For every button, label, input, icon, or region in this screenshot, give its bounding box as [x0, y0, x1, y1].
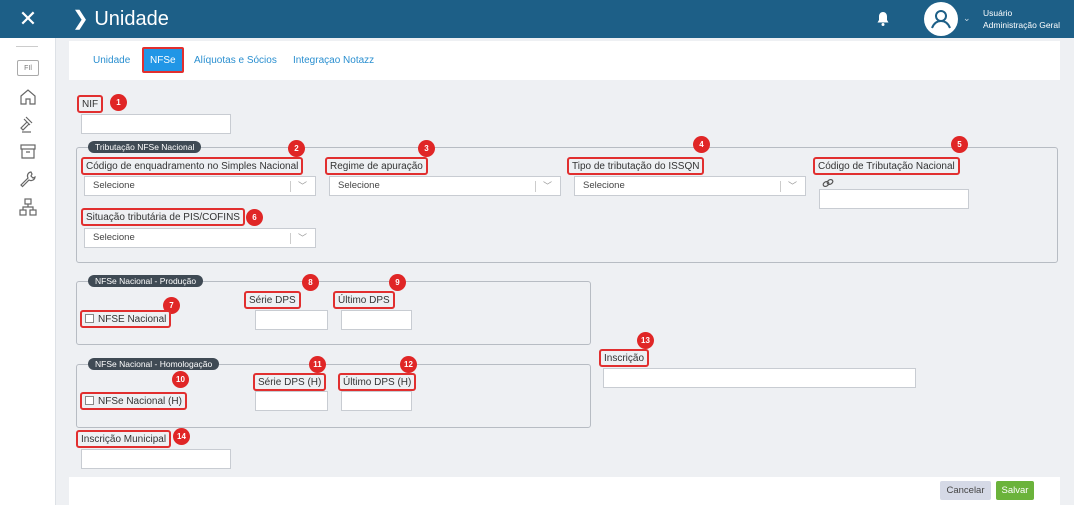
situacao-pis-label: Situação tributária de PIS/COFINS — [81, 208, 245, 226]
nfse-nacional-h-checkbox[interactable]: NFSe Nacional (H) — [80, 392, 187, 410]
page-title-text: Unidade — [94, 8, 169, 30]
nif-input[interactable] — [81, 114, 231, 134]
inscricao-input[interactable] — [603, 368, 916, 388]
sidebar-item-fil[interactable]: FIl — [17, 60, 39, 76]
enquadramento-label: Código de enquadramento no Simples Nacio… — [81, 157, 304, 175]
tab-aliquotas-socios[interactable]: Alíquotas e Sócios — [188, 47, 283, 73]
annotation-badge: 14 — [173, 428, 190, 445]
avatar[interactable] — [924, 2, 958, 36]
page-title: ❯ Unidade — [72, 6, 169, 31]
cancel-button[interactable]: Cancelar — [940, 481, 991, 500]
situacao-pis-select[interactable]: Selecione ﹀ — [84, 228, 316, 248]
inscricao-municipal-input[interactable] — [81, 449, 231, 469]
enquadramento-select[interactable]: Selecione ﹀ — [84, 176, 316, 196]
nfse-nacional-h-label: NFSe Nacional (H) — [98, 396, 182, 407]
chevron-right-icon: ❯ — [72, 8, 89, 30]
tab-nfse[interactable]: NFSe — [142, 47, 184, 73]
ultimo-dps-h-label: Último DPS (H) — [338, 373, 417, 391]
serie-dps-h-input[interactable] — [255, 391, 328, 411]
nfse-nacional-checkbox[interactable]: NFSE Nacional — [80, 310, 172, 328]
select-value: Selecione — [338, 180, 380, 191]
close-icon[interactable]: ✕ — [0, 0, 56, 38]
link-icon[interactable] — [822, 178, 834, 188]
chevron-down-icon[interactable]: ⌄ — [963, 13, 971, 24]
wrench-icon[interactable] — [18, 169, 38, 189]
divider — [16, 46, 38, 47]
tab-integracao-notazz[interactable]: Integraçao Notazz — [287, 47, 380, 73]
tab-unidade[interactable]: Unidade — [87, 47, 136, 73]
archive-icon[interactable] — [18, 141, 38, 161]
regime-select[interactable]: Selecione ﹀ — [329, 176, 561, 196]
inscricao-label: Inscrição — [599, 349, 650, 367]
user-icon — [931, 10, 951, 29]
annotation-badge: 11 — [309, 356, 326, 373]
annotation-badge: 8 — [302, 274, 319, 291]
tipo-issqn-select[interactable]: Selecione ﹀ — [574, 176, 806, 196]
annotation-badge: 12 — [400, 356, 417, 373]
chevron-down-icon: ﹀ — [787, 181, 797, 191]
select-value: Selecione — [583, 180, 625, 191]
inscricao-municipal-label: Inscrição Municipal — [76, 430, 172, 448]
annotation-badge: 2 — [288, 140, 305, 157]
checkbox[interactable] — [85, 313, 94, 323]
serie-dps-input[interactable] — [255, 310, 328, 330]
serie-dps-label: Série DPS — [244, 291, 301, 309]
serie-dps-h-label: Série DPS (H) — [253, 373, 327, 391]
codigo-nacional-label: Código de Tributação Nacional — [813, 157, 960, 175]
sidebar: FIl — [0, 38, 56, 505]
producao-legend: NFSe Nacional - Produção — [88, 275, 204, 287]
ultimo-dps-h-input[interactable] — [341, 391, 412, 411]
select-value: Selecione — [93, 180, 135, 191]
user-name: Usuário — [983, 8, 1013, 18]
annotation-badge: 6 — [246, 209, 263, 226]
chevron-down-icon: ﹀ — [297, 181, 307, 191]
user-info[interactable]: Usuário Administração Geral — [983, 7, 1060, 31]
homologacao-legend: NFSe Nacional - Homologação — [88, 358, 220, 370]
annotation-badge: 9 — [389, 274, 406, 291]
gavel-icon[interactable] — [18, 114, 38, 134]
nfse-nacional-label: NFSE Nacional — [98, 314, 167, 325]
annotation-badge: 4 — [693, 136, 710, 153]
bell-icon[interactable] — [876, 11, 890, 27]
user-role: Administração Geral — [983, 20, 1061, 30]
chevron-down-icon: ﹀ — [297, 233, 307, 243]
annotation-badge: 10 — [172, 371, 189, 388]
network-icon[interactable] — [18, 197, 38, 217]
select-value: Selecione — [93, 232, 135, 243]
save-button[interactable]: Salvar — [996, 481, 1034, 500]
regime-label: Regime de apuração — [325, 157, 428, 175]
tributacao-legend: Tributação NFSe Nacional — [88, 141, 202, 153]
chevron-down-icon: ﹀ — [542, 181, 552, 191]
annotation-badge: 5 — [951, 136, 968, 153]
codigo-nacional-input[interactable] — [819, 189, 969, 209]
annotation-badge: 1 — [110, 94, 127, 111]
annotation-badge: 3 — [418, 140, 435, 157]
top-bar: ✕ ❯ Unidade ⌄ Usuário Administração Gera… — [0, 0, 1074, 38]
ultimo-dps-input[interactable] — [341, 310, 412, 330]
checkbox[interactable] — [85, 395, 94, 405]
home-icon[interactable] — [18, 87, 38, 107]
footer-bar — [69, 477, 1060, 505]
annotation-badge: 13 — [637, 332, 654, 349]
nif-label: NIF — [77, 95, 104, 113]
tipo-issqn-label: Tipo de tributação do ISSQN — [567, 157, 705, 175]
ultimo-dps-label: Último DPS — [333, 291, 395, 309]
